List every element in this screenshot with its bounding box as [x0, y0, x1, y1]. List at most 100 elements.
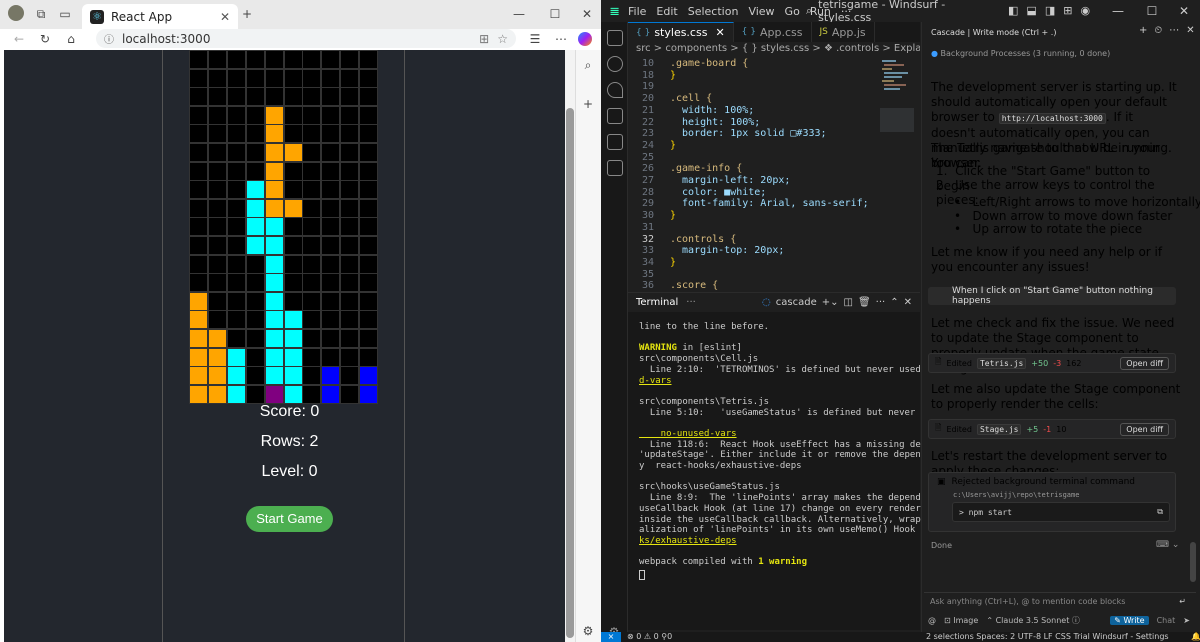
image-button[interactable]: ⊡ Image [944, 616, 978, 625]
cascade-close-icon[interactable]: ✕ [1186, 25, 1194, 36]
new-tab-button[interactable]: + [238, 5, 256, 23]
account-icon[interactable]: ◉ [1080, 4, 1090, 17]
editor-tab[interactable]: JS App.js [812, 22, 875, 42]
open-diff-button[interactable]: Open diff [1120, 422, 1169, 436]
board-cell [226, 291, 246, 311]
maximize-panel-icon[interactable]: ⌃ [890, 297, 898, 308]
close-tab-icon[interactable]: ✕ [220, 10, 230, 24]
board-cell [189, 105, 208, 125]
page-scrollbar[interactable] [565, 50, 575, 642]
source-control-icon[interactable] [607, 82, 623, 98]
remote-explorer-icon[interactable] [607, 134, 623, 150]
app-available-icon[interactable]: ⊞ [479, 32, 489, 46]
ws-minimize-icon[interactable]: — [1109, 2, 1127, 20]
write-mode-button[interactable]: ✎ Write [1110, 615, 1149, 625]
back-icon[interactable]: ← [10, 30, 28, 48]
board-cell [264, 50, 284, 69]
start-game-button[interactable]: Start Game [246, 506, 333, 532]
breadcrumb[interactable]: src > components > { } styles.css > ❖ .c… [628, 42, 920, 57]
cascade-scrollbar[interactable] [1190, 542, 1196, 582]
terminal-name[interactable]: cascade [776, 297, 817, 308]
board-cell [340, 291, 360, 311]
favorites-icon[interactable]: ☰ [526, 30, 544, 48]
close-window-icon[interactable]: ✕ [578, 5, 596, 23]
panel-more-icon[interactable]: ··· [686, 297, 696, 308]
split-terminal-icon[interactable]: ◫ [844, 297, 853, 308]
history-icon[interactable]: ⏲ [1154, 25, 1162, 36]
menu-item[interactable]: Go [785, 5, 800, 18]
code-line: width: 100%; [670, 104, 755, 116]
line-number: 33 [641, 245, 654, 257]
toggle-panel-icon[interactable]: ⬓ [1026, 4, 1036, 17]
close-tab-icon[interactable]: ✕ [715, 26, 724, 39]
remote-indicator-icon[interactable]: ⨯ [601, 632, 621, 642]
window-title: tetrisgame - Windsurf - styles.css [818, 0, 946, 24]
line-number: 36 [641, 280, 654, 292]
copilot-icon[interactable] [578, 32, 592, 46]
notifications-icon[interactable]: 🔔 [1191, 632, 1200, 642]
minimize-icon[interactable]: — [510, 5, 528, 23]
workspaces-icon[interactable]: ⧉ [32, 5, 50, 23]
menu-item[interactable]: Edit [656, 5, 677, 18]
layout-icon[interactable]: ⊞ [1063, 4, 1072, 17]
address-bar[interactable]: ⓘ localhost:3000 ⊞ ☆ [96, 29, 516, 48]
toggle-secondary-icon[interactable]: ◨ [1045, 4, 1055, 17]
close-panel-icon[interactable]: ✕ [904, 297, 912, 308]
edit-card-tetris[interactable]: 🗎 Edited Tetris.js +50 -3 162 Open diff [928, 353, 1176, 373]
explorer-icon[interactable] [607, 30, 623, 46]
site-info-icon[interactable]: ⓘ [104, 31, 114, 46]
cascade-more-icon[interactable]: ⋯ [1169, 25, 1179, 36]
sidebar-add-icon[interactable]: + [579, 95, 597, 113]
board-cell [340, 87, 360, 107]
menu-item[interactable]: Selection [688, 5, 739, 18]
refresh-icon[interactable]: ↻ [36, 30, 54, 48]
code-editor[interactable]: 10 .game-board {18} 19 20 .cell {21 width: 1… [628, 58, 920, 292]
sidebar-settings-icon[interactable]: ⚙ [579, 622, 597, 640]
ask-input[interactable]: Ask anything (Ctrl+L), @ to mention code… [924, 592, 1196, 610]
new-terminal-icon[interactable]: +⌄ [822, 297, 839, 308]
terminal-more-icon[interactable]: ··· [876, 297, 886, 308]
command-center[interactable]: ⌕ tetrisgame - Windsurf - styles.css [806, 0, 984, 24]
terminal-line: ks/exhaustive-deps [639, 536, 737, 546]
extensions-view-icon[interactable] [607, 160, 623, 176]
ask-placeholder: Ask anything (Ctrl+L), @ to mention code… [930, 597, 1126, 606]
board-cell [283, 273, 303, 293]
model-selector[interactable]: ⌃ Claude 3.5 Sonnet ⓘ [986, 615, 1080, 626]
editor-tab[interactable]: { } styles.css ✕ [628, 22, 734, 42]
edit-card-stage[interactable]: 🗎 Edited Stage.js +5 -1 10 Open diff [928, 419, 1176, 439]
search-view-icon[interactable] [607, 56, 623, 72]
ws-maximize-icon[interactable]: ☐ [1143, 2, 1161, 20]
terminal-tab[interactable]: Terminal [628, 293, 687, 313]
menu-item[interactable]: View [748, 5, 774, 18]
browser-tab-react-app[interactable]: ⚛ React App ✕ [82, 4, 238, 29]
problems-status[interactable]: ⊗ 0 ⚠ 0 ⚲0 [627, 632, 672, 642]
background-processes[interactable]: ● Background Processes (3 running, 0 don… [931, 46, 1181, 61]
line-number: 19 [641, 81, 654, 93]
maximize-icon[interactable]: ☐ [546, 5, 564, 23]
home-icon[interactable]: ⌂ [62, 30, 80, 48]
profile-avatar[interactable] [8, 5, 24, 21]
favorite-star-icon[interactable]: ☆ [497, 32, 508, 46]
sidebar-search-icon[interactable]: ⌕ [579, 56, 597, 74]
open-diff-button[interactable]: Open diff [1120, 356, 1169, 370]
mention-icon[interactable]: @ [928, 616, 936, 625]
board-cell [245, 384, 265, 404]
more-icon[interactable]: ⋯ [552, 30, 570, 48]
status-right-items[interactable]: 2 selections Spaces: 2 UTF-8 LF CSS Tria… [926, 632, 1169, 642]
terminal-output[interactable]: line to the line before. WARNING in [esli… [628, 312, 975, 630]
editor-tab[interactable]: { } App.css [734, 22, 812, 42]
tab-actions-icon[interactable]: ▭ [56, 5, 74, 23]
feedback-icons[interactable]: ⌨ ⌄ [1156, 540, 1179, 550]
ws-close-icon[interactable]: ✕ [1175, 2, 1193, 20]
minimap[interactable] [880, 58, 914, 138]
copy-icon[interactable]: ⧉ [1157, 507, 1169, 517]
kill-terminal-icon[interactable]: 🗑 [858, 297, 871, 308]
menu-item[interactable]: File [628, 5, 646, 18]
scrollbar-thumb[interactable] [566, 108, 574, 638]
new-conversation-icon[interactable]: + [1139, 25, 1147, 36]
chat-mode-button[interactable]: Chat [1157, 616, 1176, 625]
command-block[interactable]: > npm start ⧉ [952, 502, 1170, 522]
run-debug-icon[interactable] [607, 108, 623, 124]
toggle-sidebar-icon[interactable]: ◧ [1008, 4, 1018, 17]
send-icon[interactable]: ➤ [1183, 616, 1196, 625]
